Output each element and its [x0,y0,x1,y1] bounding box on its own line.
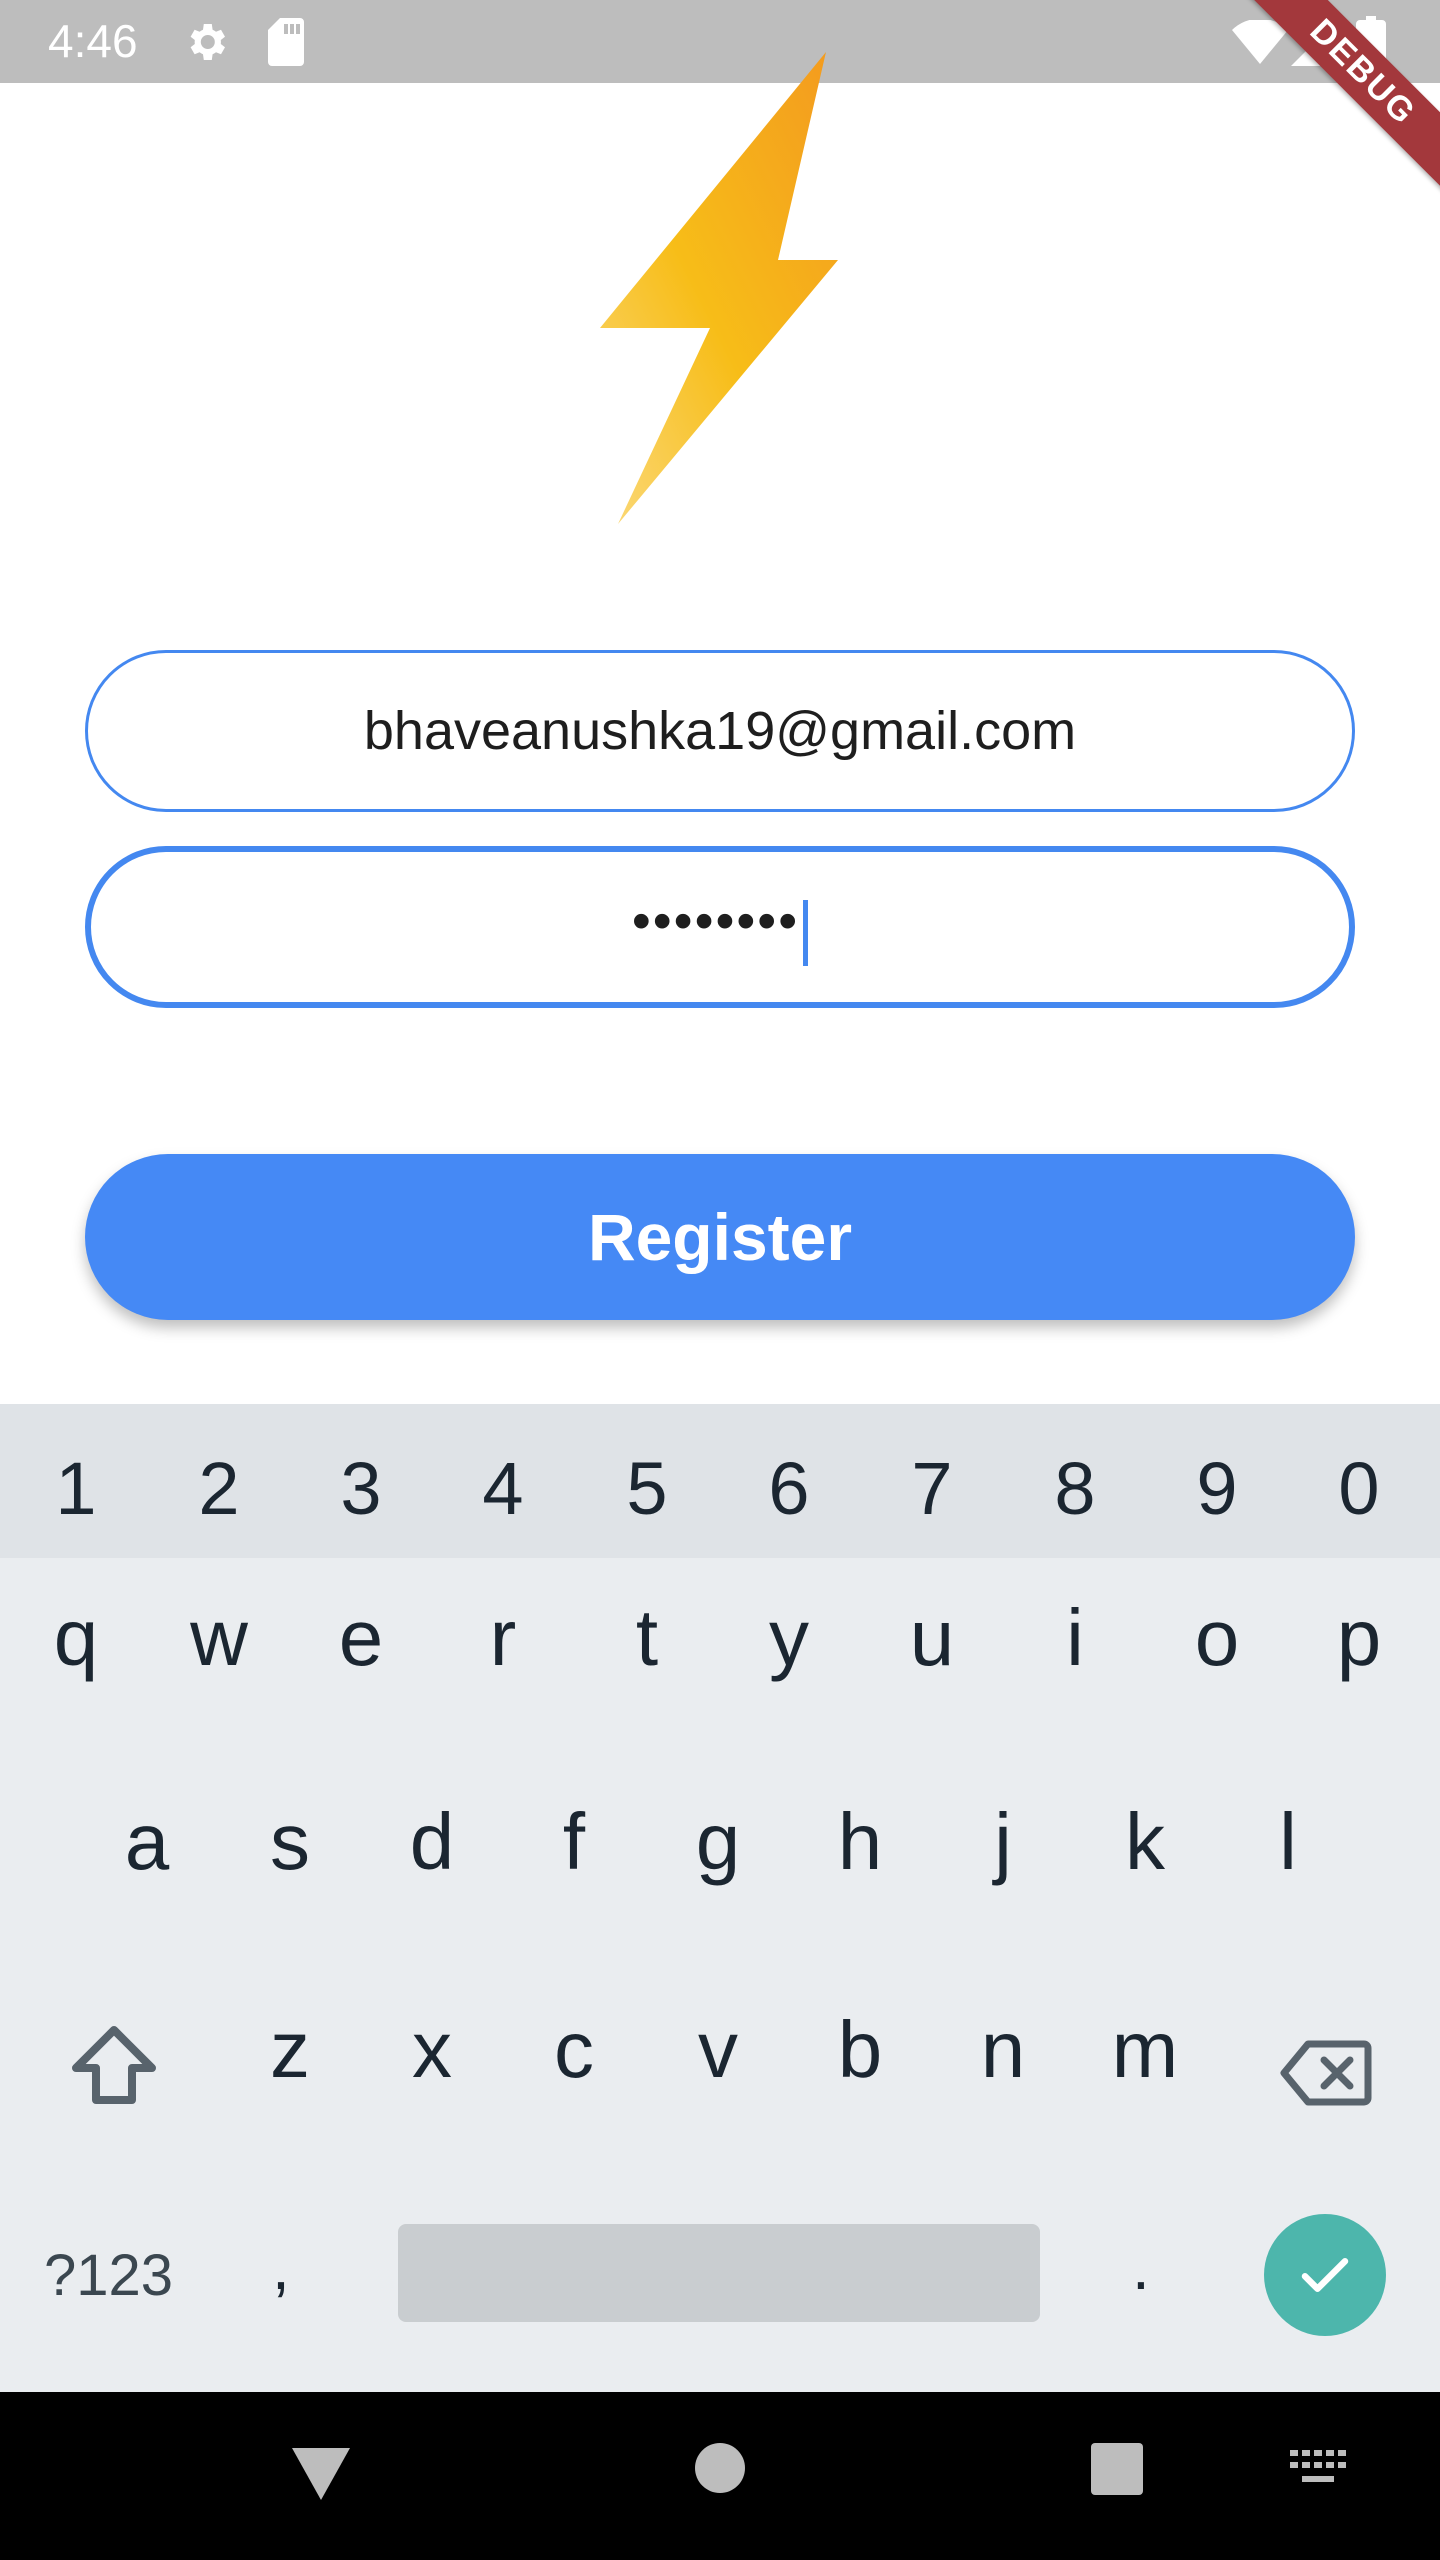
symbols-key[interactable]: ?123 [44,2242,173,2309]
key-0[interactable]: 0 [1288,1446,1430,1531]
sd-card-icon [268,18,304,66]
key-i[interactable]: i [1004,1592,1146,1684]
status-time: 4:46 [48,15,138,67]
key-v[interactable]: v [647,2004,789,2096]
recent-apps-square-icon[interactable] [1090,2442,1144,2496]
key-y[interactable]: y [718,1592,860,1684]
key-1[interactable]: 1 [5,1446,147,1531]
key-7[interactable]: 7 [861,1446,1003,1531]
key-g[interactable]: g [647,1796,789,1888]
navigation-bar [0,2392,1440,2560]
soft-keyboard: 1 2 3 4 5 6 7 8 9 0 q w e r t y u i o p … [0,1404,1440,2392]
number-row: 1 2 3 4 5 6 7 8 9 0 [0,1404,1440,1558]
key-w[interactable]: w [148,1592,290,1684]
back-triangle-icon[interactable] [290,2446,352,2502]
key-z[interactable]: z [219,2004,361,2096]
key-comma[interactable]: , [272,2230,290,2304]
password-field[interactable]: •••••••• [85,846,1355,1008]
wifi-icon [1232,20,1288,64]
key-p[interactable]: p [1288,1592,1430,1684]
done-button[interactable] [1264,2214,1386,2336]
register-button[interactable]: Register [85,1154,1355,1320]
key-c[interactable]: c [503,2004,645,2096]
text-cursor [803,900,809,966]
email-field[interactable]: bhaveanushka19@gmail.com [85,650,1355,812]
key-x[interactable]: x [361,2004,503,2096]
checkmark-icon [1301,2258,1349,2292]
key-l[interactable]: l [1217,1796,1359,1888]
home-circle-icon[interactable] [694,2442,746,2494]
shift-icon[interactable] [70,2024,158,2108]
key-2[interactable]: 2 [148,1446,290,1531]
key-f[interactable]: f [503,1796,645,1888]
key-d[interactable]: d [361,1796,503,1888]
backspace-icon[interactable] [1280,2040,1372,2106]
space-key[interactable] [398,2224,1040,2322]
key-n[interactable]: n [932,2004,1074,2096]
keyboard-switch-icon[interactable] [1290,2450,1348,2486]
gear-icon [190,24,225,60]
key-8[interactable]: 8 [1004,1446,1146,1531]
password-value: •••••••• [631,891,800,951]
key-4[interactable]: 4 [432,1446,574,1531]
key-b[interactable]: b [789,2004,931,2096]
key-k[interactable]: k [1074,1796,1216,1888]
key-s[interactable]: s [219,1796,361,1888]
key-a[interactable]: a [76,1796,218,1888]
key-q[interactable]: q [5,1592,147,1684]
key-m[interactable]: m [1074,2004,1216,2096]
key-r[interactable]: r [432,1592,574,1684]
key-t[interactable]: t [576,1592,718,1684]
key-3[interactable]: 3 [290,1446,432,1531]
key-j[interactable]: j [932,1796,1074,1888]
key-6[interactable]: 6 [718,1446,860,1531]
key-o[interactable]: o [1146,1592,1288,1684]
key-u[interactable]: u [861,1592,1003,1684]
email-value: bhaveanushka19@gmail.com [363,701,1077,761]
key-5[interactable]: 5 [576,1446,718,1531]
key-e[interactable]: e [290,1592,432,1684]
lightning-bolt-icon [600,52,838,524]
key-period[interactable]: . [1132,2230,1150,2304]
key-9[interactable]: 9 [1146,1446,1288,1531]
key-h[interactable]: h [789,1796,931,1888]
